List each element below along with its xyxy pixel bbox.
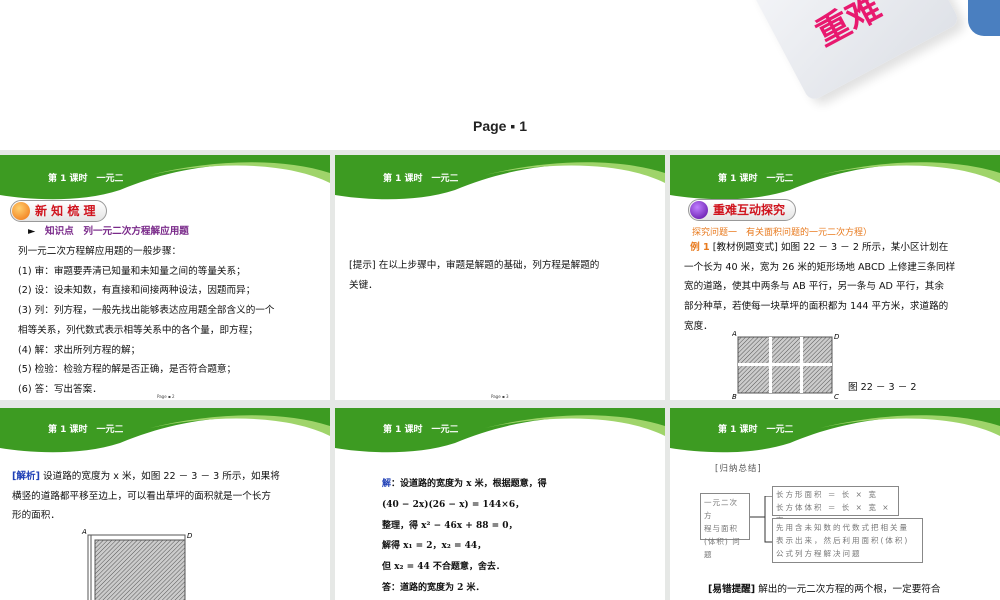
- line: (3) 列：列方程，一般先找出能够表达应用题全部含义的一个: [18, 305, 275, 317]
- method-box: 先用含未知数的代数式把相关量 表示出来，然后利用面积(体积) 公式列方程解决问题: [772, 518, 923, 563]
- slide-6[interactable]: 第 1 课时 一元二次方程 解：设道路的宽度为 x 米，根据题意，得 (40 −…: [335, 408, 665, 600]
- badge-text: 新 知 梳 理: [35, 204, 96, 218]
- analysis-label: [解析]: [12, 471, 40, 482]
- line: (体积) 问题: [704, 537, 741, 559]
- warning-label: [易错提醒]: [708, 584, 756, 595]
- header-title: 第 1 课时 一元二次方程: [48, 425, 123, 435]
- line: 相等关系，列代数式表示相等关系中的各个量，即方程；: [18, 324, 258, 336]
- badge-text: 重难互动探究: [713, 203, 786, 217]
- point-label: A: [81, 528, 87, 536]
- example-label: 例 1: [690, 242, 710, 253]
- top-slide: 重难 Page ▪ 1: [0, 0, 1000, 150]
- line: 程与面积: [704, 524, 738, 533]
- hint-label: [提示]: [349, 260, 376, 271]
- line: 整理，得 x² − 46x + 88 = 0，: [382, 520, 518, 531]
- header-title: 第 1 课时 一元二次方程: [718, 174, 793, 184]
- formula-box: 长方形面积 ＝ 长 × 宽长方体体积 ＝ 长 × 宽 × 高: [772, 486, 899, 525]
- card-text: 重难: [809, 0, 889, 55]
- line: 在以上步骤中，审题是解题的基础，列方程是解题的: [378, 260, 600, 271]
- warning-text: [易错提醒] 解出的一元二次方程的两个根，一定要符合: [708, 580, 941, 600]
- section-badge: 新 知 梳 理: [10, 200, 107, 222]
- page-number: Page ▪ 2: [157, 394, 175, 399]
- knowledge-heading: 知识点 列一元二次方程解应用题: [44, 226, 189, 237]
- page-number: Page ▪ 3: [491, 394, 509, 399]
- header-title: 第 1 课时 一元二次方程: [383, 425, 458, 435]
- line: (1) 审：审题要弄清已知量和未知量之间的等量关系；: [18, 265, 246, 277]
- line: 解出的一元二次方程的两个根，一定要符合: [758, 584, 941, 595]
- line: 关键．: [349, 279, 378, 291]
- solution-label: 解: [382, 479, 392, 489]
- page-label: Page ▪ 1: [473, 118, 527, 134]
- summary-label: [归纳总结]: [715, 464, 762, 474]
- figure-22-3-2: A D B C: [732, 330, 840, 400]
- line: 答：道路的宽度为 2 米．: [382, 582, 485, 593]
- line: 宽的道路，使其中两条与 AB 平行，另一条与 AD 平行，其余: [684, 281, 944, 293]
- header-title: 第 1 课时 一元二次方程: [383, 174, 458, 184]
- solution-text: 解：设道路的宽度为 x 米，根据题意，得 (40 − 2x)(26 − x) =…: [382, 474, 547, 599]
- example-text: 例 1 [教材例题变式] 如图 22 － 3 － 2 所示，某小区计划在 一个长…: [684, 238, 999, 337]
- arrow-icon: [968, 0, 1000, 36]
- line: 横竖的道路都平移至边上，可以看出草坪的面积就是一个长方: [12, 490, 272, 502]
- line: (5) 检验：检验方程的解是否正确，是否符合题意；: [18, 364, 237, 376]
- line: 公式列方程解决问题: [776, 549, 862, 558]
- slide-2[interactable]: 第 1 课时 一元二次方程 新 知 梳 理 ► 知识点 列一元二次方程解应用题 …: [0, 155, 330, 400]
- point-label: C: [834, 393, 839, 400]
- point-label: A: [732, 330, 737, 338]
- section-badge: 重难互动探究: [688, 199, 797, 221]
- line: 设道路的宽度为 x 米，如图 22 － 3 － 3 所示，如果将: [43, 471, 280, 482]
- line: 一元二次方: [704, 498, 738, 520]
- point-label: B: [732, 393, 737, 400]
- header-title: 第 1 课时 一元二次方程: [718, 425, 793, 435]
- analysis-text: [解析] 设道路的宽度为 x 米，如图 22 － 3 － 3 所示，如果将 横竖…: [12, 467, 327, 526]
- line: (2) 设：设未知数，有直接和间接两种设法，因题而异；: [18, 285, 256, 297]
- point-label: D: [187, 532, 193, 540]
- line: (6) 答：写出答案．: [18, 383, 102, 395]
- hint-text: [提示] 在以上步骤中，审题是解题的基础，列方程是解题的 关键．: [349, 256, 659, 295]
- line: 长方形面积 ＝ 长 × 宽: [776, 490, 878, 499]
- line: 部分种草，若使每一块草坪的面积都为 144 平方米，求道路的: [684, 301, 949, 313]
- line: 一个长为 40 米，宽为 26 米的矩形场地 ABCD 上修建三条同样: [684, 261, 956, 273]
- slide-5[interactable]: 第 1 课时 一元二次方程 [解析] 设道路的宽度为 x 米，如图 22 － 3…: [0, 408, 330, 600]
- figure-22-3-3: A D: [81, 528, 193, 600]
- bullet-icon: ►: [28, 226, 36, 237]
- line: 先用含未知数的代数式把相关量: [776, 523, 909, 532]
- purple-circle-icon: [690, 201, 708, 219]
- decorative-card: 重难: [749, 0, 961, 103]
- orange-circle-icon: [12, 202, 30, 220]
- header-title: 第 1 课时 一元二次方程: [48, 174, 123, 184]
- slide-7[interactable]: 第 1 课时 一元二次方程 [归纳总结] 一元二次方程与面积 (体积) 问题 长方…: [670, 408, 1000, 600]
- steps-text: 列一元二次方程解应用题的一般步骤： (1) 审：审题要弄清已知量和未知量之间的等量…: [18, 242, 274, 400]
- line: (4) 解：求出所列方程的解；: [18, 344, 141, 356]
- left-box: 一元二次方程与面积 (体积) 问题: [700, 493, 750, 559]
- line: [教材例题变式] 如图 22 － 3 － 2 所示，某小区计划在: [712, 242, 949, 253]
- line: 表示出来，然后利用面积(体积): [776, 536, 910, 545]
- figure-caption: 图 22 － 3 － 2: [848, 382, 917, 393]
- slide-3[interactable]: 第 1 课时 一元二次方程 [提示] 在以上步骤中，审题是解题的基础，列方程是解…: [335, 155, 665, 400]
- slide-4[interactable]: 第 1 课时 一元二次方程 重难互动探究 探究问题一 有关面积问题的一元二次方程…: [670, 155, 1000, 400]
- line: (40 − 2x)(26 − x) = 144×6，: [382, 499, 525, 510]
- line: 形的面积．: [12, 510, 60, 522]
- line: ：设道路的宽度为 x 米，根据题意，得: [391, 479, 547, 489]
- line: 解得 x₁ = 2，x₂ = 44，: [382, 541, 487, 552]
- line: 列一元二次方程解应用题的一般步骤：: [18, 246, 182, 257]
- point-label: D: [834, 333, 840, 341]
- line: 但 x₂ = 44 不合题意，舍去．: [382, 562, 505, 573]
